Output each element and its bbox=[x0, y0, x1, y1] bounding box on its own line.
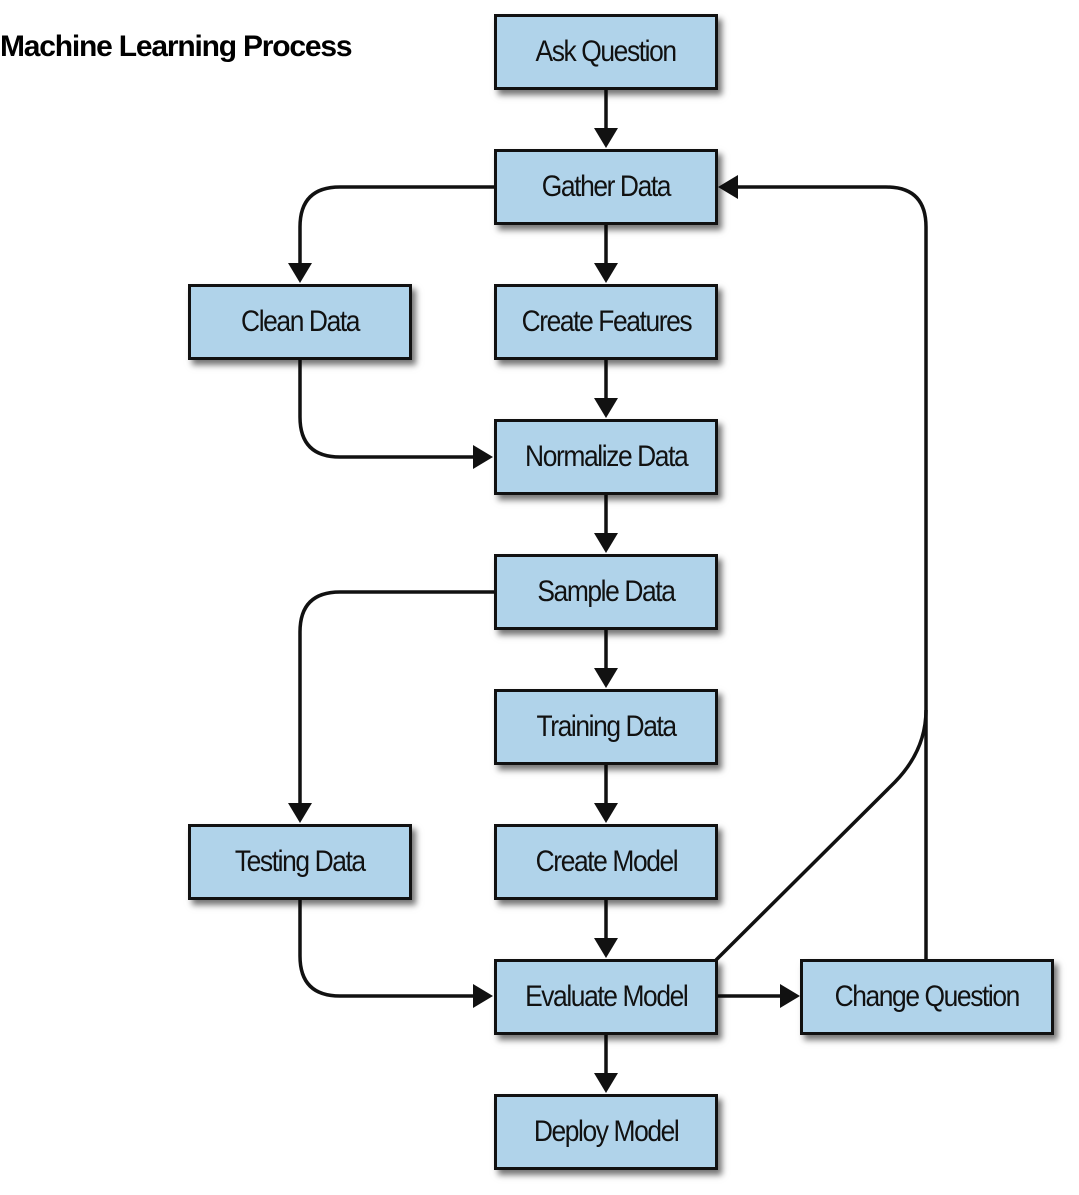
node-label: Deploy Model bbox=[533, 1115, 680, 1148]
arrowhead bbox=[594, 938, 618, 958]
edge-gather-to-clean bbox=[298, 185, 494, 275]
edge-evaluate-to-gather bbox=[714, 185, 928, 962]
node-label: Change Question bbox=[834, 980, 1021, 1013]
node-training-data: Training Data bbox=[494, 689, 718, 765]
edge-testing-to-evaluate bbox=[298, 899, 485, 998]
arrowhead bbox=[594, 668, 618, 688]
node-label: Normalize Data bbox=[524, 440, 689, 473]
arrowhead bbox=[594, 263, 618, 283]
arrowhead bbox=[594, 128, 618, 148]
arrowhead bbox=[288, 803, 312, 823]
node-sample-data: Sample Data bbox=[494, 554, 718, 630]
node-create-model: Create Model bbox=[494, 824, 718, 900]
node-testing-data: Testing Data bbox=[188, 824, 412, 900]
arrowhead bbox=[780, 984, 800, 1008]
edge-sample-to-testing bbox=[298, 590, 494, 815]
node-ask-question: Ask Question bbox=[494, 14, 718, 90]
arrowhead bbox=[594, 1073, 618, 1093]
node-evaluate-model: Evaluate Model bbox=[494, 959, 718, 1035]
node-label: Clean Data bbox=[240, 305, 360, 338]
node-label: Create Model bbox=[535, 845, 678, 878]
node-label: Gather Data bbox=[541, 170, 672, 203]
node-label: Testing Data bbox=[235, 845, 366, 878]
arrowhead bbox=[594, 398, 618, 418]
arrowhead bbox=[594, 533, 618, 553]
edge-clean-to-normalize bbox=[298, 359, 485, 459]
arrowhead bbox=[473, 984, 493, 1008]
node-label: Create Features bbox=[521, 305, 692, 338]
node-deploy-model: Deploy Model bbox=[494, 1094, 718, 1170]
node-label: Ask Question bbox=[535, 35, 678, 68]
node-label: Sample Data bbox=[537, 575, 676, 608]
arrowhead bbox=[473, 445, 493, 469]
node-create-features: Create Features bbox=[494, 284, 718, 360]
node-gather-data: Gather Data bbox=[494, 149, 718, 225]
arrowhead bbox=[718, 175, 738, 199]
node-label: Evaluate Model bbox=[524, 980, 689, 1013]
node-normalize-data: Normalize Data bbox=[494, 419, 718, 495]
node-change-question: Change Question bbox=[800, 959, 1054, 1035]
arrowhead bbox=[594, 803, 618, 823]
arrowhead bbox=[288, 263, 312, 283]
node-clean-data: Clean Data bbox=[188, 284, 412, 360]
node-label: Training Data bbox=[536, 710, 677, 743]
